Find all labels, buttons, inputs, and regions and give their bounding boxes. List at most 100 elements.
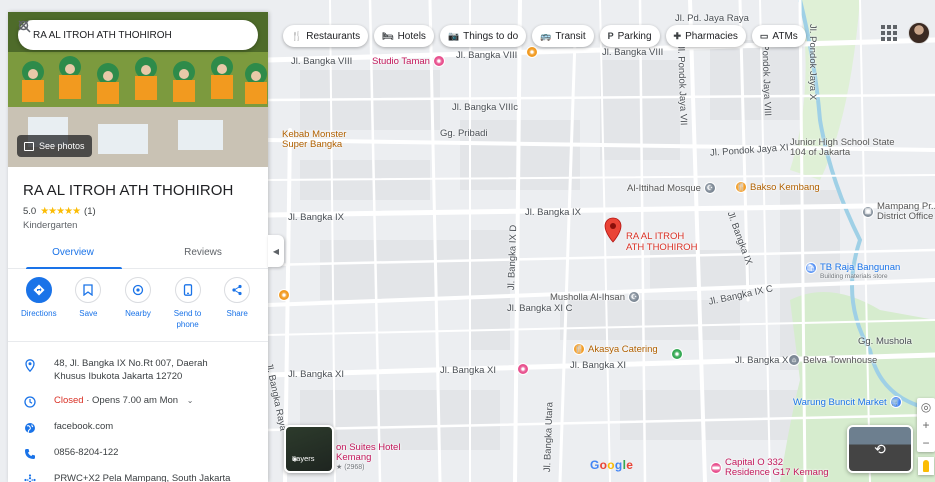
see-photos-button[interactable]: See photos	[17, 135, 92, 157]
hotel-icon: 🛏	[382, 30, 394, 41]
phone-text: 0856-8204-122	[54, 447, 119, 458]
poi-green-marker[interactable]: ●	[671, 348, 683, 360]
plus-code-text: PRWC+X2 Pela Mampang, South Jakarta City…	[54, 473, 231, 482]
home-icon: ⌂	[788, 354, 800, 366]
pegman-icon[interactable]	[918, 457, 934, 475]
store-icon: 🛍	[805, 262, 817, 274]
close-icon[interactable]	[18, 20, 248, 46]
address-text: 48, Jl. Bangka IX No.Rt 007, Daerah Khus…	[54, 358, 208, 382]
chevron-down-icon[interactable]: ⌄	[187, 396, 194, 405]
street-view-thumbnail[interactable]: ⟲	[847, 425, 913, 473]
chip-atms[interactable]: ▭ ATMs	[751, 25, 806, 47]
tab-reviews[interactable]: Reviews	[138, 243, 268, 268]
mosque-icon: ☪	[703, 182, 716, 194]
poi-pink-marker[interactable]: ●	[517, 363, 529, 375]
street-label: Jl. Pondok Jaya X	[807, 24, 818, 101]
hotel-icon: ▬	[710, 462, 722, 474]
avatar[interactable]	[908, 22, 930, 44]
directions-button[interactable]: Directions	[15, 277, 63, 341]
search-icon[interactable]	[18, 20, 226, 46]
globe-icon	[23, 421, 37, 435]
nearby-icon	[124, 277, 151, 303]
plus-code-icon	[23, 473, 37, 482]
poi-orange-marker[interactable]: ●	[278, 289, 290, 301]
street-label: Jl. Bangka XI	[288, 369, 344, 380]
rotate-360-icon: ⟲	[874, 440, 886, 457]
chip-parking[interactable]: P Parking	[599, 25, 660, 47]
action-buttons: Directions Save Nearby Send to phone Sha…	[8, 269, 268, 341]
restaurant-icon: 🍴	[573, 343, 585, 355]
review-count[interactable]: (1)	[84, 206, 96, 217]
poi-bakso[interactable]: 🍴 Bakso Kembang	[735, 181, 820, 193]
poi-al-ittihad[interactable]: Al-Ittihad Mosque ☪	[627, 182, 716, 194]
share-icon	[224, 277, 251, 303]
chip-things-to-do[interactable]: 📷 Things to do	[439, 25, 527, 47]
poi-marker-icon: ●	[517, 363, 529, 375]
address-row[interactable]: 48, Jl. Bangka IX No.Rt 007, Daerah Khus…	[8, 352, 268, 389]
apps-grid-icon[interactable]	[881, 25, 897, 41]
category-chips: 🍴 Restaurants 🛏 Hotels 📷 Things to do 🚌 Tran…	[283, 25, 806, 47]
place-tabs: Overview Reviews	[8, 243, 268, 269]
poi-suites[interactable]: on Suites Hotel Kemang ★ (2968)	[336, 443, 416, 473]
street-label: Jl. Bangka VIIIc	[452, 102, 519, 113]
street-label: Gg. Pribadi	[440, 128, 488, 139]
zoom-out-button[interactable]: −	[917, 434, 935, 452]
poi-musholla[interactable]: Musholla Al-Ihsan ☪	[550, 291, 640, 303]
pharmacy-icon: ✚	[673, 30, 682, 41]
poi-studio-taman[interactable]: Studio Taman ●	[372, 55, 445, 67]
nearby-button[interactable]: Nearby	[114, 277, 162, 341]
search-box[interactable]	[18, 20, 258, 50]
my-location-icon[interactable]: ◎	[917, 398, 935, 416]
save-button[interactable]: Save	[64, 277, 112, 341]
mosque-icon: ☪	[627, 291, 640, 303]
street-label: Jl. Bangka VIII	[602, 47, 664, 58]
poi-warung[interactable]: Warung Buncit Market 🛒	[793, 396, 902, 408]
poi-marker-icon: ●	[278, 289, 290, 301]
poi-kebab[interactable]: Kebab Monster Super Bangka	[282, 130, 362, 150]
rating-value: 5.0	[23, 206, 37, 217]
street-label: Jl. Bangka IX	[288, 212, 344, 223]
chip-pharmacies[interactable]: ✚ Pharmacies	[665, 25, 746, 47]
poi-akasya[interactable]: 🍴 Akasya Catering	[573, 343, 658, 355]
poi-orange-marker[interactable]: ●	[526, 46, 538, 58]
street-label: Jl. Pd. Jaya Raya	[675, 13, 749, 24]
parking-icon: P	[607, 31, 614, 41]
street-label: Jl. Bangka XI	[440, 365, 496, 376]
restaurant-icon: 🍴	[735, 181, 747, 193]
poi-mampang[interactable]: ▣ Mampang Pr... District Office	[862, 202, 935, 222]
street-label: Jl. Bangka XI	[570, 360, 626, 371]
directions-icon	[25, 277, 52, 303]
chevron-left-icon: ◀	[272, 246, 280, 256]
poi-marker-icon: ●	[432, 55, 445, 67]
website-row[interactable]: facebook.com	[8, 415, 268, 441]
street-label: Jl. Bangka IX D	[506, 224, 520, 291]
location-pin-icon	[23, 358, 37, 372]
search-input[interactable]	[33, 29, 204, 41]
layers-button[interactable]: ◈ Layers	[284, 425, 334, 473]
photo-icon	[24, 141, 34, 151]
poi-marker-icon: ●	[671, 348, 683, 360]
hours-row[interactable]: Closed · Opens 7.00 am Mon ⌄	[8, 389, 268, 415]
poi-capital[interactable]: ▬ Capital O 332 Residence G17 Kemang	[710, 458, 830, 478]
place-title: RA AL ITROH ATH THOHIROH	[23, 182, 234, 199]
place-photo[interactable]: See photos	[8, 12, 268, 167]
rating-row[interactable]: 5.0 ★★★★★ (1)	[23, 206, 268, 217]
poi-marker-icon: ●	[526, 46, 538, 58]
chip-transit[interactable]: 🚌 Transit	[532, 25, 594, 47]
plus-code-row[interactable]: PRWC+X2 Pela Mampang, South Jakarta City…	[8, 467, 268, 482]
place-category[interactable]: Kindergarten	[23, 220, 268, 231]
camera-icon: 📷	[447, 30, 460, 41]
phone-call-icon	[23, 447, 37, 461]
pin-label[interactable]: RA AL ITROH ATH THOHIROH	[626, 231, 697, 253]
poi-tb-raja[interactable]: 🛍 TB Raja Bangunan Building materials stor…	[805, 262, 900, 280]
chip-hotels[interactable]: 🛏 Hotels	[374, 25, 434, 47]
collapse-panel-button[interactable]: ◀	[268, 235, 284, 267]
zoom-in-button[interactable]: +	[917, 416, 935, 434]
poi-belva[interactable]: ⌂ Belva Townhouse	[788, 354, 877, 366]
phone-row[interactable]: 0856-8204-122	[8, 441, 268, 467]
send-to-phone-button[interactable]: Send to phone	[164, 277, 212, 341]
tab-overview[interactable]: Overview	[8, 243, 138, 268]
share-button[interactable]: Share	[213, 277, 261, 341]
poi-junior-high[interactable]: Junior High School State 104 of Jakarta	[790, 138, 900, 158]
chip-restaurants[interactable]: 🍴 Restaurants	[283, 25, 369, 47]
